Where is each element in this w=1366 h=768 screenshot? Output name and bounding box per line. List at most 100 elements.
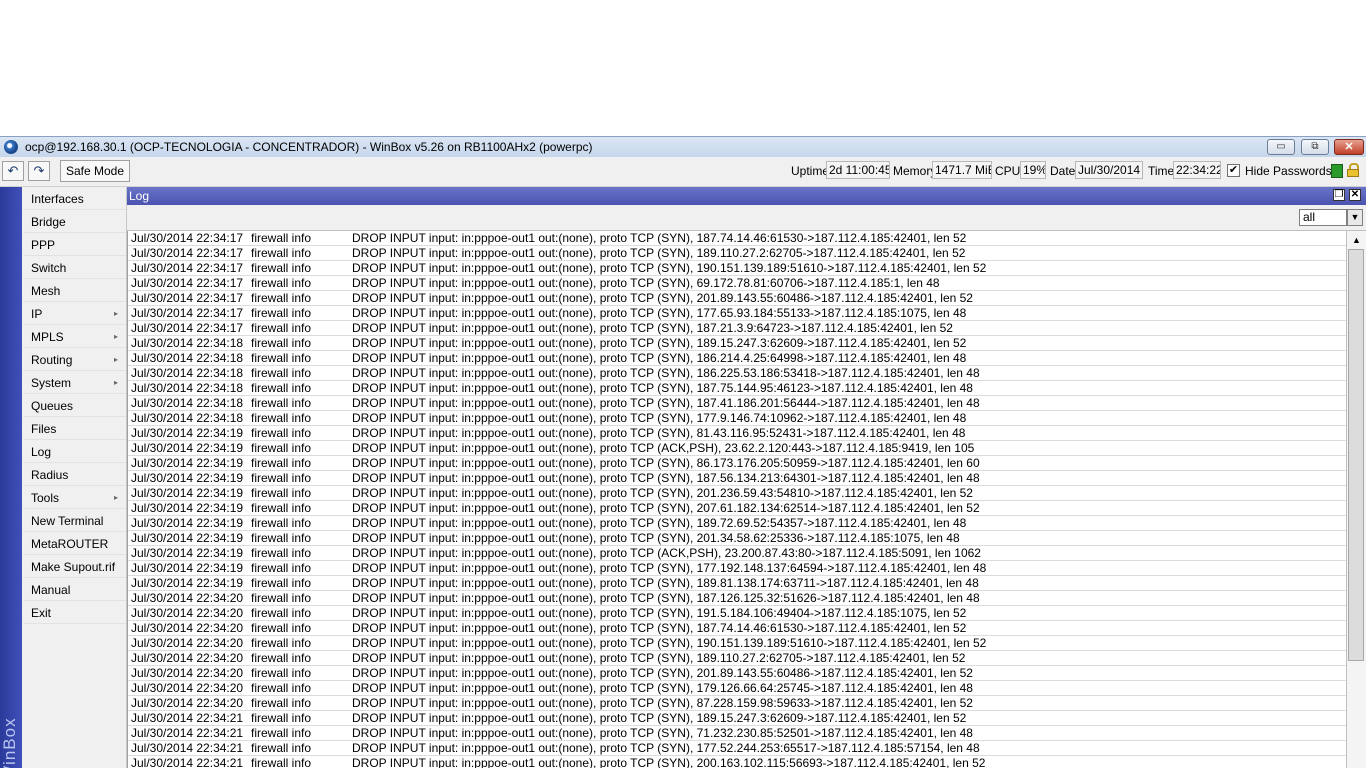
log-row[interactable]: Jul/30/2014 22:34:21 firewall info DROP IN…: [128, 711, 1347, 726]
log-row[interactable]: Jul/30/2014 22:34:19 firewall info DROP IN…: [128, 531, 1347, 546]
undo-button[interactable]: ↶: [2, 161, 24, 181]
log-vertical-scrollbar[interactable]: ▲: [1346, 231, 1366, 768]
log-row[interactable]: Jul/30/2014 22:34:17 firewall info DROP IN…: [128, 321, 1347, 336]
log-message-cell: DROP INPUT input: in:pppoe-out1 out:(non…: [352, 531, 960, 545]
menu-item-metarouter[interactable]: MetaROUTER: [23, 532, 126, 555]
menu-item-log[interactable]: Log: [23, 440, 126, 463]
redo-button[interactable]: ↷: [28, 161, 50, 181]
log-message-cell: DROP INPUT input: in:pppoe-out1 out:(non…: [352, 666, 973, 680]
menu-item-new-terminal[interactable]: New Terminal: [23, 509, 126, 532]
menu-item-queues[interactable]: Queues: [23, 394, 126, 417]
log-row[interactable]: Jul/30/2014 22:34:18 firewall info DROP IN…: [128, 351, 1347, 366]
log-time-cell: Jul/30/2014 22:34:17: [131, 246, 244, 260]
log-message-cell: DROP INPUT input: in:pppoe-out1 out:(non…: [352, 276, 940, 290]
log-message-cell: DROP INPUT input: in:pppoe-out1 out:(non…: [352, 606, 967, 620]
log-row[interactable]: Jul/30/2014 22:34:19 firewall info DROP IN…: [128, 426, 1347, 441]
menu-item-bridge[interactable]: Bridge: [23, 210, 126, 233]
log-time-cell: Jul/30/2014 22:34:19: [131, 561, 244, 575]
log-time-cell: Jul/30/2014 22:34:20: [131, 606, 244, 620]
log-row[interactable]: Jul/30/2014 22:34:19 firewall info DROP IN…: [128, 546, 1347, 561]
menu-item-mpls[interactable]: MPLS ▸: [23, 325, 126, 348]
log-row[interactable]: Jul/30/2014 22:34:18 firewall info DROP IN…: [128, 381, 1347, 396]
log-row[interactable]: Jul/30/2014 22:34:17 firewall info DROP IN…: [128, 276, 1347, 291]
log-row[interactable]: Jul/30/2014 22:34:20 firewall info DROP IN…: [128, 666, 1347, 681]
safe-mode-button[interactable]: Safe Mode: [60, 160, 130, 182]
scrollbar-thumb[interactable]: [1348, 249, 1364, 661]
log-row[interactable]: Jul/30/2014 22:34:17 firewall info DROP IN…: [128, 246, 1347, 261]
log-row[interactable]: Jul/30/2014 22:34:21 firewall info DROP IN…: [128, 756, 1347, 768]
log-row[interactable]: Jul/30/2014 22:34:19 firewall info DROP IN…: [128, 441, 1347, 456]
menu-item-ppp[interactable]: PPP: [23, 233, 126, 256]
menu-item-make-supout-rif[interactable]: Make Supout.rif: [23, 555, 126, 578]
log-message-cell: DROP INPUT input: in:pppoe-out1 out:(non…: [352, 576, 979, 590]
log-row[interactable]: Jul/30/2014 22:34:18 firewall info DROP IN…: [128, 366, 1347, 381]
menu-item-radius[interactable]: Radius: [23, 463, 126, 486]
log-row[interactable]: Jul/30/2014 22:34:21 firewall info DROP IN…: [128, 726, 1347, 741]
log-row[interactable]: Jul/30/2014 22:34:17 firewall info DROP IN…: [128, 261, 1347, 276]
log-message-cell: DROP INPUT input: in:pppoe-out1 out:(non…: [352, 441, 975, 455]
log-topics-cell: firewall info: [251, 726, 312, 740]
log-row[interactable]: Jul/30/2014 22:34:17 firewall info DROP IN…: [128, 231, 1347, 246]
log-row[interactable]: Jul/30/2014 22:34:20 firewall info DROP IN…: [128, 651, 1347, 666]
log-topics-cell: firewall info: [251, 576, 312, 590]
log-close-icon[interactable]: ✕: [1349, 189, 1361, 201]
menu-item-label: MPLS: [31, 330, 64, 344]
log-row[interactable]: Jul/30/2014 22:34:19 firewall info DROP IN…: [128, 576, 1347, 591]
log-message-cell: DROP INPUT input: in:pppoe-out1 out:(non…: [352, 651, 966, 665]
menu-item-interfaces[interactable]: Interfaces: [23, 187, 126, 210]
log-row[interactable]: Jul/30/2014 22:34:18 firewall info DROP IN…: [128, 396, 1347, 411]
title-bar[interactable]: ocp@192.168.30.1 (OCP-TECNOLOGIA - CONCE…: [0, 136, 1366, 157]
scroll-up-icon[interactable]: ▲: [1348, 232, 1365, 248]
winbox-brand-text: WinBox: [0, 717, 19, 768]
log-row[interactable]: Jul/30/2014 22:34:21 firewall info DROP IN…: [128, 741, 1347, 756]
log-window-header[interactable]: Log ❐ ✕: [127, 187, 1366, 205]
log-row[interactable]: Jul/30/2014 22:34:18 firewall info DROP IN…: [128, 411, 1347, 426]
minimize-icon: ▭: [1276, 141, 1286, 152]
menu-item-exit[interactable]: Exit: [23, 601, 126, 624]
time-value: 22:34:22: [1173, 161, 1221, 179]
log-row[interactable]: Jul/30/2014 22:34:18 firewall info DROP IN…: [128, 336, 1347, 351]
log-topics-cell: firewall info: [251, 321, 312, 335]
submenu-arrow-icon: ▸: [113, 493, 118, 502]
log-row[interactable]: Jul/30/2014 22:34:19 firewall info DROP IN…: [128, 456, 1347, 471]
minimize-button[interactable]: ▭: [1267, 139, 1295, 155]
log-topic-filter-select[interactable]: all: [1299, 209, 1347, 226]
log-topics-cell: firewall info: [251, 756, 312, 768]
log-time-cell: Jul/30/2014 22:34:17: [131, 321, 244, 335]
log-row[interactable]: Jul/30/2014 22:34:17 firewall info DROP IN…: [128, 306, 1347, 321]
submenu-arrow-icon: ▸: [113, 309, 118, 318]
menu-item-manual[interactable]: Manual: [23, 578, 126, 601]
menu-item-ip[interactable]: IP ▸: [23, 302, 126, 325]
menu-item-routing[interactable]: Routing ▸: [23, 348, 126, 371]
menu-item-system[interactable]: System ▸: [23, 371, 126, 394]
log-restore-icon[interactable]: ❐: [1333, 189, 1345, 201]
log-row[interactable]: Jul/30/2014 22:34:19 firewall info DROP IN…: [128, 471, 1347, 486]
log-row[interactable]: Jul/30/2014 22:34:20 firewall info DROP IN…: [128, 621, 1347, 636]
submenu-arrow-icon: ▸: [113, 378, 118, 387]
menu-item-files[interactable]: Files: [23, 417, 126, 440]
log-row[interactable]: Jul/30/2014 22:34:19 firewall info DROP IN…: [128, 501, 1347, 516]
log-time-cell: Jul/30/2014 22:34:17: [131, 291, 244, 305]
menu-item-tools[interactable]: Tools ▸: [23, 486, 126, 509]
hide-passwords-checkbox[interactable]: ✔: [1227, 164, 1240, 177]
log-topics-cell: firewall info: [251, 546, 312, 560]
log-row[interactable]: Jul/30/2014 22:34:20 firewall info DROP IN…: [128, 636, 1347, 651]
log-row[interactable]: Jul/30/2014 22:34:20 firewall info DROP IN…: [128, 591, 1347, 606]
log-window-title: Log: [129, 189, 150, 203]
log-row[interactable]: Jul/30/2014 22:34:20 firewall info DROP IN…: [128, 606, 1347, 621]
close-button[interactable]: ✕: [1334, 139, 1364, 155]
maximize-button[interactable]: ⧉: [1301, 139, 1329, 155]
log-row[interactable]: Jul/30/2014 22:34:19 firewall info DROP IN…: [128, 561, 1347, 576]
dropdown-arrow-icon[interactable]: ▼: [1347, 209, 1363, 226]
log-row[interactable]: Jul/30/2014 22:34:20 firewall info DROP IN…: [128, 696, 1347, 711]
log-row[interactable]: Jul/30/2014 22:34:19 firewall info DROP IN…: [128, 516, 1347, 531]
log-row[interactable]: Jul/30/2014 22:34:17 firewall info DROP IN…: [128, 291, 1347, 306]
log-message-cell: DROP INPUT input: in:pppoe-out1 out:(non…: [352, 306, 967, 320]
log-time-cell: Jul/30/2014 22:34:17: [131, 261, 244, 275]
log-time-cell: Jul/30/2014 22:34:19: [131, 531, 244, 545]
log-row[interactable]: Jul/30/2014 22:34:20 firewall info DROP IN…: [128, 681, 1347, 696]
menu-item-mesh[interactable]: Mesh: [23, 279, 126, 302]
menu-item-label: Exit: [31, 606, 52, 620]
menu-item-switch[interactable]: Switch: [23, 256, 126, 279]
log-row[interactable]: Jul/30/2014 22:34:19 firewall info DROP IN…: [128, 486, 1347, 501]
